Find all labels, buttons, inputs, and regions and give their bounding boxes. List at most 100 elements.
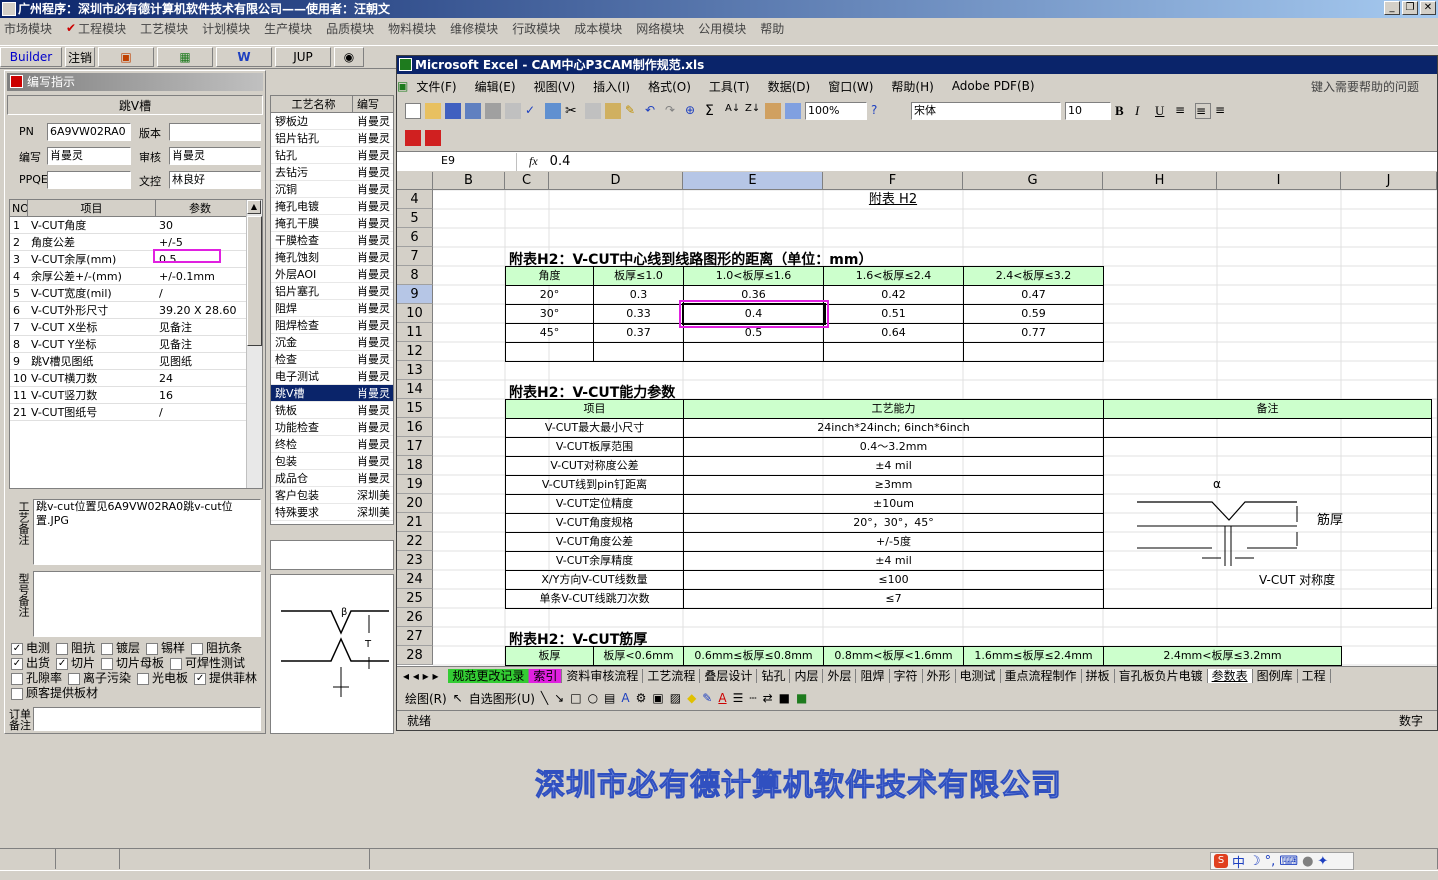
sheet-corner[interactable]	[397, 172, 433, 190]
grid-scrollbar[interactable]: ▲	[246, 200, 262, 488]
wrench-icon[interactable]: ✦	[1317, 854, 1328, 869]
align-right-icon[interactable]: ≡	[1215, 103, 1231, 119]
table1-empty-cell[interactable]	[593, 342, 684, 362]
line-color-icon[interactable]: ✎	[702, 691, 712, 705]
process-row[interactable]: 特殊要求 深圳美	[271, 504, 393, 521]
excel-menu-view[interactable]: 视图(V)	[534, 78, 576, 95]
checkbox-item[interactable]: ✓ 电测	[11, 641, 50, 655]
process-search-field[interactable]	[270, 540, 394, 570]
table2-cell[interactable]: +/-5度	[683, 532, 1104, 552]
table2-cell[interactable]: 0.4～3.2mm	[683, 437, 1104, 457]
minimize-button[interactable]: _	[1384, 1, 1400, 15]
column-header[interactable]: D	[549, 172, 683, 190]
shadow-icon[interactable]: ■	[779, 691, 790, 705]
checkbox[interactable]	[170, 657, 183, 670]
pdf-email-icon[interactable]	[425, 130, 441, 146]
column-header[interactable]: C	[505, 172, 549, 190]
table2-cell[interactable]: 24inch*24inch; 6inch*6inch	[683, 418, 1104, 438]
checkbox-item[interactable]: 可焊性测试	[170, 656, 245, 670]
process-row[interactable]: 跳V槽 肖曼灵	[271, 385, 393, 402]
checkbox[interactable]	[146, 642, 159, 655]
table2-cell[interactable]: V-CUT角度规格	[505, 513, 684, 533]
param-row[interactable]: 9 跳V槽见图纸 见图纸	[10, 353, 262, 370]
checkbox-item[interactable]: 切片母板	[101, 656, 164, 670]
menu-maintenance[interactable]: 维修模块	[450, 20, 498, 37]
process-row[interactable]: 钻孔 肖曼灵	[271, 147, 393, 164]
menu-material[interactable]: 物料模块	[388, 20, 436, 37]
row-header[interactable]: 7	[397, 247, 433, 266]
excel-menu-format[interactable]: 格式(O)	[648, 78, 691, 95]
menu-cost[interactable]: 成本模块	[574, 20, 622, 37]
table1-cell[interactable]: 20°	[505, 285, 594, 305]
process-row[interactable]: 铝片塞孔 肖曼灵	[271, 283, 393, 300]
row-header[interactable]: 6	[397, 228, 433, 247]
table2-cell[interactable]: ±4 mil	[683, 551, 1104, 571]
logout-button[interactable]: 注销	[65, 47, 95, 67]
paste-icon[interactable]	[605, 103, 621, 119]
row-header[interactable]: 15	[397, 399, 433, 418]
param-row[interactable]: 2 角度公差 +/-5	[10, 234, 262, 251]
checkbox-item[interactable]: 镀层	[101, 641, 140, 655]
redo-icon[interactable]: ↷	[665, 103, 681, 119]
format-painter-icon[interactable]: ✎	[625, 103, 641, 119]
process-row[interactable]: 掩孔蚀刻 肖曼灵	[271, 249, 393, 266]
table1-empty-cell[interactable]	[683, 342, 824, 362]
sheet-tab[interactable]: 资料审核流程	[562, 669, 644, 683]
process-note-field[interactable]: 跳v-cut位置见6A9VW02RA0跳v-cut位置.JPG	[33, 499, 261, 565]
process-row[interactable]: 掩孔电镀 肖曼灵	[271, 198, 393, 215]
dash-style-icon[interactable]: ┄	[749, 691, 756, 705]
column-header[interactable]: F	[823, 172, 963, 190]
sort-asc-icon[interactable]: A↓	[725, 103, 741, 119]
fill-color-icon[interactable]: ◆	[687, 691, 696, 705]
checkbox[interactable]	[68, 672, 81, 685]
column-header[interactable]: H	[1103, 172, 1217, 190]
checkbox-item[interactable]: 阻抗条	[191, 641, 242, 655]
row-header[interactable]: 18	[397, 456, 433, 475]
checkbox-item[interactable]: 离子污染	[68, 671, 131, 685]
column-header[interactable]: E	[683, 172, 823, 190]
word-icon[interactable]: W	[216, 47, 272, 67]
process-row[interactable]: 铣板 肖曼灵	[271, 402, 393, 419]
row-header[interactable]: 20	[397, 494, 433, 513]
cut-icon[interactable]: ✂	[565, 103, 581, 119]
draw-menu[interactable]: 绘图(R)	[405, 690, 447, 707]
param-row[interactable]: 3 V-CUT余厚(mm) 0.5	[10, 251, 262, 268]
process-row[interactable]: 干膜检查 肖曼灵	[271, 232, 393, 249]
row-header[interactable]: 23	[397, 551, 433, 570]
table1-empty-cell[interactable]	[963, 342, 1104, 362]
picture-icon[interactable]: ▨	[670, 691, 681, 705]
column-header[interactable]: B	[433, 172, 505, 190]
sheet-tab[interactable]: 规范更改记录	[448, 669, 530, 683]
param-row[interactable]: 21 V-CUT图纸号 /	[10, 404, 262, 421]
table2-cell[interactable]: 单条V-CUT线跳刀次数	[505, 589, 684, 609]
table2-cell[interactable]: V-CUT板厚范围	[505, 437, 684, 457]
table2-cell[interactable]: ≤100	[683, 570, 1104, 590]
excel-menu-pdf[interactable]: Adobe PDF(B)	[952, 79, 1035, 93]
excel-menu-window[interactable]: 窗口(W)	[828, 78, 873, 95]
row-header[interactable]: 27	[397, 627, 433, 646]
sheet-tab[interactable]: 拼板	[1081, 669, 1115, 683]
model-note-field[interactable]	[33, 571, 261, 637]
param-row[interactable]: 4 余厚公差+/-(mm) +/-0.1mm	[10, 268, 262, 285]
table2-cell[interactable]: V-CUT定位精度	[505, 494, 684, 514]
oval-icon[interactable]: ○	[588, 691, 598, 705]
keyboard-icon[interactable]: ⌨	[1279, 854, 1298, 869]
line-icon[interactable]: ╲	[541, 691, 548, 705]
wordart-icon[interactable]: A	[621, 691, 629, 705]
zoom-select[interactable]: 100%	[805, 102, 867, 120]
sheet-tab[interactable]: 外形	[922, 669, 956, 683]
process-row[interactable]: 阻焊检查 肖曼灵	[271, 317, 393, 334]
process-row[interactable]: 铝片钻孔 肖曼灵	[271, 130, 393, 147]
table2-cell[interactable]: ≥3mm	[683, 475, 1104, 495]
rectangle-icon[interactable]: □	[570, 691, 581, 705]
checkbox[interactable]: ✓	[56, 657, 69, 670]
checkbox-item[interactable]: 顾客提供板材	[11, 686, 98, 700]
table2-cell[interactable]: 20°，30°，45°	[683, 513, 1104, 533]
sheet-tab[interactable]: 盲孔板负片电镀	[1114, 669, 1208, 683]
sheet-tab[interactable]: 内层	[790, 669, 824, 683]
writer-field[interactable]: 肖曼灵	[47, 147, 131, 165]
checkbox[interactable]	[191, 642, 204, 655]
drawing-icon[interactable]	[785, 103, 801, 119]
font-size-select[interactable]: 10	[1065, 102, 1111, 120]
menu-public[interactable]: 公用模块	[698, 20, 746, 37]
